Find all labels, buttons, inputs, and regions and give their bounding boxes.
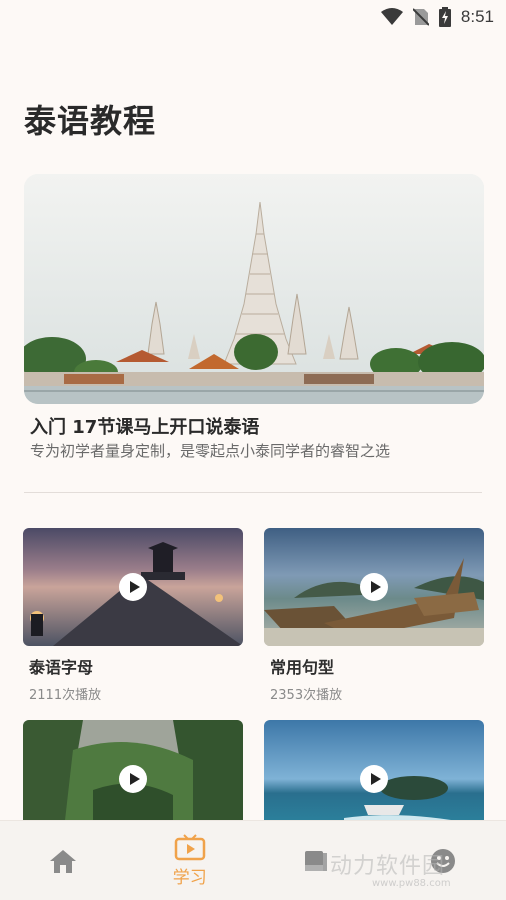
wifi-icon — [380, 8, 403, 25]
play-button[interactable] — [119, 765, 147, 793]
divider — [24, 492, 482, 493]
play-button[interactable] — [360, 765, 388, 793]
course-play-count: 2111次播放 — [29, 688, 102, 703]
page-title: 泰语教程 — [24, 102, 157, 140]
course-card[interactable]: 常用句型 2353次播放 — [264, 528, 484, 703]
hero-image — [24, 174, 484, 404]
course-card[interactable]: 泰语字母 2111次播放 — [23, 528, 243, 703]
tv-icon — [174, 834, 205, 861]
tab-home[interactable] — [23, 848, 103, 874]
watermark: 动力软件园 — [330, 854, 446, 879]
tab-study[interactable]: 学习 — [150, 833, 230, 888]
no-sim-icon — [412, 8, 429, 26]
clock: 8:51 — [460, 7, 494, 26]
course-thumbnail[interactable] — [264, 528, 484, 646]
course-thumbnail[interactable] — [23, 528, 243, 646]
book-icon — [305, 850, 328, 871]
battery-charging-icon — [438, 7, 451, 27]
play-button[interactable] — [119, 573, 147, 601]
hero-banner[interactable] — [24, 174, 484, 404]
home-icon — [50, 849, 77, 873]
course-title[interactable]: 常用句型 — [264, 654, 484, 678]
watermark-url: www.pw88.com — [372, 878, 451, 889]
tab-study-label: 学习 — [172, 868, 207, 888]
course-title[interactable]: 泰语字母 — [23, 654, 243, 678]
play-button[interactable] — [360, 573, 388, 601]
hero-subtitle: 专为初学者量身定制，是零起点小泰同学者的睿智之选 — [30, 442, 391, 460]
course-play-count: 2353次播放 — [270, 688, 343, 703]
hero-title[interactable]: 入门 17节课马上开口说泰语 — [30, 413, 259, 439]
status-bar: 8:51 — [0, 0, 506, 34]
